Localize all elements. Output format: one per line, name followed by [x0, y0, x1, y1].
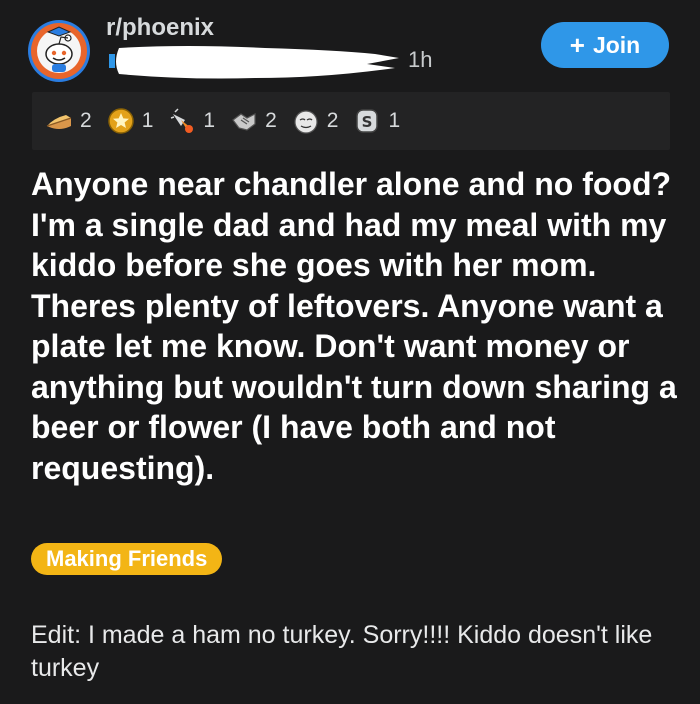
award-count: 1: [388, 109, 401, 132]
handshake-award-icon: [232, 113, 256, 131]
subreddit-name[interactable]: r/phoenix: [106, 14, 214, 42]
post-timestamp: 1h: [408, 47, 433, 72]
post-flair[interactable]: Making Friends: [31, 543, 223, 575]
rocket-award-icon: [171, 108, 194, 133]
star-shield-award-icon: [107, 108, 134, 134]
subreddit-avatar[interactable]: [28, 20, 90, 82]
award-face[interactable]: 2: [291, 106, 339, 136]
award-count: 2: [265, 109, 277, 132]
redacted-username-scribble: [109, 46, 399, 79]
award-handshake[interactable]: 2: [229, 106, 277, 136]
award-star-shield[interactable]: 1: [106, 106, 154, 136]
post-body: Edit: I made a ham no turkey. Sorry!!!! …: [31, 621, 653, 682]
post-header: r/phoenix 1h + Join: [0, 0, 700, 90]
award-count: 2: [326, 109, 339, 132]
post-title[interactable]: Anyone near chandler alone and no food? …: [31, 164, 681, 488]
coin-award-icon: S: [356, 109, 379, 133]
pie-award-icon: [46, 115, 72, 129]
awards-bar[interactable]: 2 1 1 2 2 S 1: [32, 92, 670, 150]
award-rocket[interactable]: 1: [167, 106, 215, 136]
award-coin[interactable]: S 1: [352, 106, 400, 136]
reddit-alien-icon: [31, 23, 87, 79]
award-pie[interactable]: 2: [44, 106, 92, 136]
award-count: 1: [141, 109, 154, 132]
svg-text:S: S: [362, 113, 373, 131]
join-button[interactable]: + Join: [541, 22, 669, 68]
join-button-label: Join: [592, 31, 641, 58]
award-count: 1: [203, 109, 216, 132]
award-count: 2: [80, 109, 92, 132]
plus-icon: +: [569, 30, 585, 60]
face-award-icon: [294, 110, 318, 134]
